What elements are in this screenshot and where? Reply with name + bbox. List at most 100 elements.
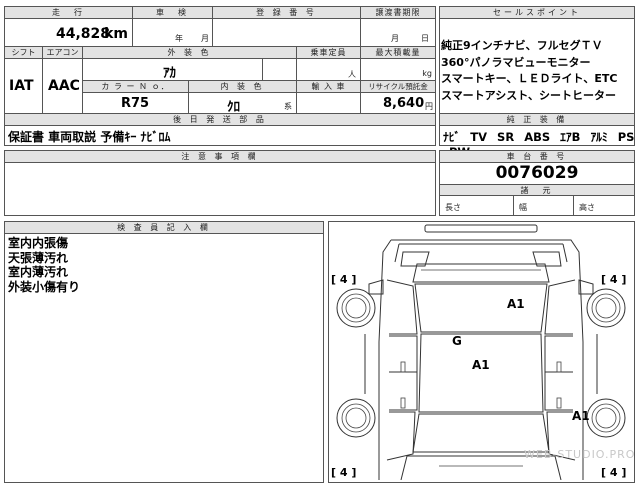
max-load-header: 最大積載量 xyxy=(361,47,435,59)
recycle-cell: 8,640 円 xyxy=(361,93,435,114)
dimensions-length: 長さ xyxy=(440,196,514,215)
mileage-header: 走 行 xyxy=(5,7,133,19)
inspector-note: 室内内張傷 xyxy=(8,236,69,250)
exterior-color-value: ｱｶ xyxy=(163,66,176,81)
watermark: WEB-STUDIO.PRO xyxy=(524,448,636,461)
right-rear-handle xyxy=(556,397,562,409)
front-bumper xyxy=(424,224,538,233)
tire-label-front-right: [ 4 ] xyxy=(601,273,627,286)
color-no-value: R75 xyxy=(121,96,150,111)
ac-value: AAC xyxy=(48,78,80,94)
shift-header: シフト xyxy=(5,47,43,59)
inspection-year: 年 xyxy=(175,34,183,43)
ac-cell: AAC xyxy=(43,59,83,114)
color-no-cell: R75 xyxy=(83,93,189,114)
right-front-fender xyxy=(544,279,576,335)
sales-line: 純正9インチナビ、フルセグＴＶ xyxy=(441,39,603,52)
left-doors xyxy=(389,335,418,411)
dimensions-header: 諸 元 xyxy=(440,184,634,196)
max-load-cell: kg xyxy=(361,59,435,81)
equipment-item: ｱﾙﾐ xyxy=(590,130,608,144)
inspector-note: 室内薄汚れ xyxy=(8,265,69,279)
right-doors xyxy=(544,335,573,411)
equipment-item: SR xyxy=(497,130,515,144)
left-rear-panel xyxy=(386,411,416,461)
transfer-cell: 月 日 xyxy=(361,19,435,47)
equipment-item: ABS xyxy=(524,130,551,144)
exterior-color-cell: ｱｶ xyxy=(83,59,263,81)
dimensions-width-label: 幅 xyxy=(519,203,527,212)
rear-left-wheel xyxy=(336,398,376,438)
exterior-color-extra xyxy=(263,59,297,81)
inspector-notes: 室内内張傷 天張薄汚れ 室内薄汚れ 外装小傷有り xyxy=(8,236,80,294)
import-header: 輸 入 車 xyxy=(297,81,361,93)
dimensions-width: 幅 xyxy=(514,196,574,215)
inspector-note: 天張薄汚れ xyxy=(8,250,69,265)
hood xyxy=(412,263,550,283)
import-cell xyxy=(297,93,361,114)
left-front-handle xyxy=(400,361,406,373)
sales-line: 360°パノラマビューモニター xyxy=(441,55,591,69)
front-right-wheel xyxy=(586,288,626,328)
later-parts-header: 後 日 発 送 部 品 xyxy=(5,114,435,126)
interior-color-suffix: 系 xyxy=(284,102,292,111)
interior-color-cell: ｸﾛ 系 xyxy=(189,93,297,115)
left-front-fender xyxy=(386,279,418,335)
front-left-wheel xyxy=(336,288,376,328)
dimensions-height-label: 高さ xyxy=(579,203,595,212)
tire-label-front-left: [ 4 ] xyxy=(331,273,357,286)
capacity-header: 乗車定員 xyxy=(297,47,361,59)
equipment-item: PS xyxy=(617,130,635,144)
equipment-item: TV xyxy=(470,130,488,144)
mileage-cell: 44,828 km xyxy=(5,19,133,47)
sales-header: セールスポイント xyxy=(440,7,634,19)
tire-label-rear-right: [ 4 ] xyxy=(601,466,627,479)
transfer-day: 日 xyxy=(421,34,429,43)
max-load-unit: kg xyxy=(422,69,432,78)
equipment-header: 純 正 装 備 xyxy=(440,114,634,126)
rear-window xyxy=(412,413,550,453)
inspector-header: 検 査 員 記 入 欄 xyxy=(5,222,323,234)
capacity-unit: 人 xyxy=(348,70,356,79)
recycle-unit: 円 xyxy=(425,102,433,111)
tire-label-rear-left: [ 4 ] xyxy=(331,466,357,479)
right-front-handle xyxy=(556,361,562,373)
dimensions-height: 高さ xyxy=(574,196,634,215)
damage-hood: A1 xyxy=(507,297,525,311)
equipment-item: ﾅﾋﾞ xyxy=(443,130,461,144)
exterior-color-header: 外 装 色 xyxy=(83,47,297,59)
inspection-header: 車 検 xyxy=(133,7,213,19)
interior-color-value: ｸﾛ xyxy=(227,100,240,115)
chassis-value: 0076029 xyxy=(495,163,579,183)
sales-line: スマートアシスト、シートヒーター xyxy=(441,88,617,102)
vehicle-diagram xyxy=(336,224,626,480)
inspector-note: 外装小傷有り xyxy=(8,279,81,294)
registration-cell xyxy=(213,19,361,47)
notes-header: 注 意 事 項 欄 xyxy=(5,151,435,163)
sales-line: スマートキー、ＬＥＤライト、ETC xyxy=(441,72,618,85)
color-no-header: カ ラ ー Ｎ ｏ． xyxy=(83,81,189,93)
registration-header: 登 録 番 号 xyxy=(213,7,361,19)
ac-header: エアコン xyxy=(43,47,83,59)
recycle-header: リサイクル預託金 xyxy=(361,81,435,93)
damage-windshield: G xyxy=(452,334,462,348)
mileage-unit: km xyxy=(104,26,128,42)
damage-roof: A1 xyxy=(472,358,490,372)
dimensions-length-label: 長さ xyxy=(445,203,461,212)
inspection-cell: 年 月 xyxy=(133,19,213,47)
equipment-item: ｴｱB xyxy=(560,130,581,144)
interior-color-header: 内 装 色 xyxy=(189,81,297,93)
left-rear-handle xyxy=(400,397,406,409)
shift-cell: IAT xyxy=(5,59,43,114)
windshield xyxy=(414,283,548,333)
transfer-month: 月 xyxy=(391,34,399,43)
rear-right-wheel xyxy=(586,398,626,438)
recycle-value: 8,640 xyxy=(383,96,425,111)
inspection-month: 月 xyxy=(201,34,209,43)
transfer-header: 譲渡書期限 xyxy=(361,7,435,19)
capacity-cell: 人 xyxy=(297,59,361,81)
later-parts-value: 保証書 車両取説 予備ｷｰ ﾅﾋﾞﾛﾑ xyxy=(8,130,171,144)
sales-lines: 純正9インチナビ、フルセグＴＶ 360°パノラマビューモニター スマートキー、Ｌ… xyxy=(441,38,635,104)
mileage-value: 44,828 xyxy=(55,26,110,42)
shift-value: IAT xyxy=(9,78,34,94)
